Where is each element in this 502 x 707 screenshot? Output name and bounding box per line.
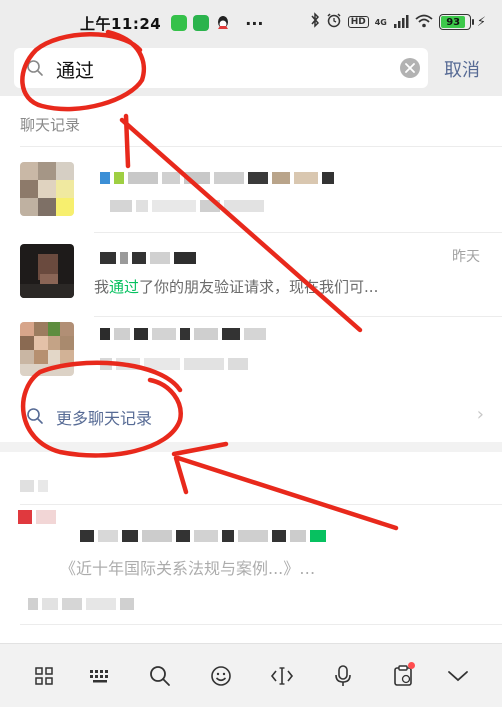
microphone-icon[interactable] bbox=[329, 662, 357, 690]
keyboard-icon[interactable] bbox=[86, 662, 114, 690]
battery-level: 93 bbox=[440, 16, 466, 28]
status-app-icons: ··· bbox=[171, 14, 263, 33]
network-type: 4G bbox=[374, 17, 387, 27]
divider bbox=[94, 316, 502, 317]
snippet-highlight: 通过 bbox=[109, 278, 140, 296]
second-section bbox=[0, 470, 502, 630]
chat-result-row[interactable] bbox=[0, 150, 502, 230]
message-snippet: 我通过了你的朋友验证请求，现在我们可... bbox=[94, 276, 378, 297]
grid-icon[interactable] bbox=[30, 662, 58, 690]
snippet-prefix: 我 bbox=[94, 278, 110, 296]
article-snippet: 《近十年国际关系法规与案例...》… bbox=[60, 559, 316, 578]
battery-icon: 93 bbox=[438, 14, 474, 30]
cancel-button[interactable]: 取消 bbox=[444, 56, 480, 82]
chat-result-row[interactable] bbox=[0, 318, 502, 390]
status-more-icon: ··· bbox=[245, 13, 264, 33]
charging-icon: ⚡ bbox=[476, 14, 486, 30]
cursor-icon[interactable] bbox=[268, 662, 296, 690]
masked-section-header bbox=[20, 480, 48, 492]
masked-article-title bbox=[80, 530, 326, 542]
qq-icon bbox=[215, 15, 231, 31]
notification-dot bbox=[408, 662, 415, 669]
more-chat-records-label: 更多聊天记录 bbox=[56, 409, 153, 428]
search-input[interactable]: 通过 bbox=[14, 48, 428, 88]
status-time: 上午11:24 bbox=[80, 14, 162, 33]
avatar bbox=[20, 162, 74, 216]
bluetooth-icon bbox=[310, 12, 320, 32]
chat-result-row[interactable]: 昨天 我通过了你的朋友验证请求，现在我们可... bbox=[0, 234, 502, 314]
masked-thumbnail bbox=[18, 510, 56, 524]
divider bbox=[20, 504, 502, 505]
masked-snippet bbox=[100, 358, 248, 370]
search-icon bbox=[26, 59, 44, 77]
divider bbox=[20, 146, 502, 147]
alarm-icon bbox=[326, 12, 342, 32]
search-header: 通过 取消 bbox=[0, 46, 502, 96]
search-icon[interactable] bbox=[146, 662, 174, 690]
clear-search-button[interactable] bbox=[400, 58, 420, 78]
section-title-chat-records: 聊天记录 bbox=[20, 116, 81, 134]
masked-article-source bbox=[28, 598, 134, 610]
app-notification-icon bbox=[193, 15, 210, 31]
chevron-down-icon[interactable] bbox=[444, 662, 472, 690]
more-chat-records-button[interactable]: 更多聊天记录 › bbox=[0, 392, 502, 438]
masked-contact-name bbox=[100, 172, 334, 184]
row-date: 昨天 bbox=[452, 249, 480, 265]
keyboard-toolbar bbox=[0, 643, 502, 707]
search-icon bbox=[26, 407, 44, 429]
divider bbox=[20, 624, 502, 625]
section-separator bbox=[0, 442, 502, 452]
masked-contact-name bbox=[100, 252, 196, 264]
status-bar: 上午11:24 ··· HD 4G 93 ⚡ bbox=[0, 0, 502, 46]
masked-snippet bbox=[110, 200, 264, 212]
masked-contact-name bbox=[100, 328, 266, 340]
divider bbox=[94, 232, 502, 233]
snippet-suffix: 了你的朋友验证请求，现在我们可... bbox=[139, 278, 379, 296]
close-icon bbox=[405, 63, 415, 73]
avatar bbox=[20, 244, 74, 298]
hd-badge: HD bbox=[347, 16, 369, 28]
status-indicators: HD 4G 93 ⚡ bbox=[310, 12, 486, 32]
chevron-right-icon: › bbox=[476, 404, 484, 425]
avatar bbox=[20, 322, 74, 376]
wifi-icon bbox=[415, 13, 433, 32]
wechat-notification-icon bbox=[171, 15, 188, 31]
signal-icon bbox=[393, 13, 409, 32]
emoji-icon[interactable] bbox=[207, 662, 235, 690]
clipboard-icon[interactable] bbox=[389, 662, 417, 690]
search-query-text: 通过 bbox=[56, 60, 95, 82]
